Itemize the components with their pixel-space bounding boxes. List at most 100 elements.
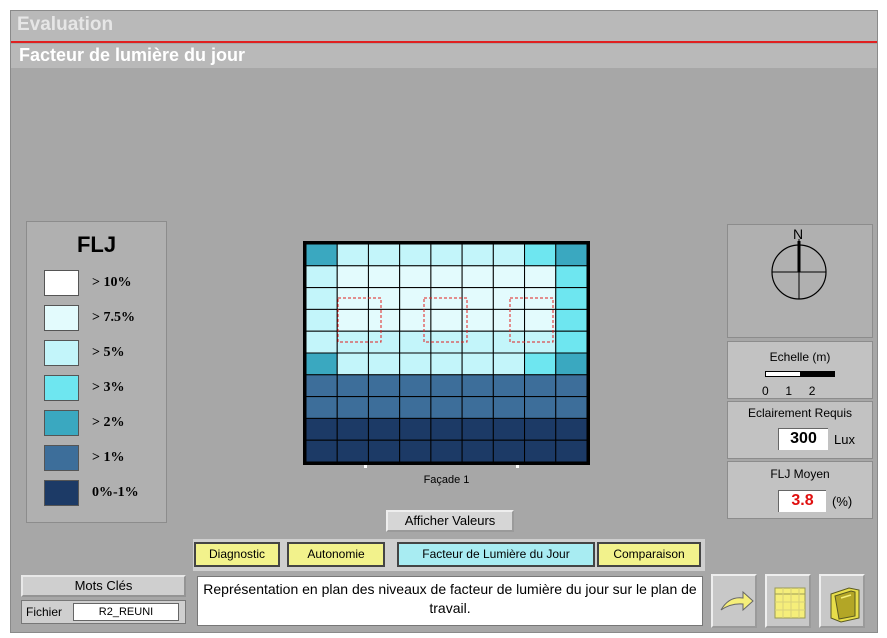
plan-cell [492, 244, 526, 267]
plan-cell [492, 417, 526, 441]
plan-cell [306, 308, 338, 332]
plan-cell [367, 374, 401, 398]
facade-tick-right [516, 465, 519, 468]
plan-cell [399, 265, 432, 289]
flj-moyen-unit: (%) [832, 494, 853, 509]
plan-cell [367, 396, 401, 419]
plan-cell [555, 287, 587, 310]
calendar-icon [774, 587, 806, 619]
legend-item: > 5% [44, 340, 164, 368]
plan-cell [461, 374, 494, 398]
plan-cell [306, 417, 338, 441]
flj-moyen-value: 3.8 [778, 490, 826, 512]
plan-cell [461, 396, 494, 419]
daylight-plan-grid [303, 241, 590, 465]
plan-cell [306, 374, 338, 398]
plan-cell [555, 244, 587, 267]
calendar-button[interactable] [765, 574, 811, 628]
legend-label: > 7.5% [92, 310, 135, 325]
tab-comparaison[interactable]: Comparaison [597, 542, 701, 567]
legend-item: > 3% [44, 375, 164, 403]
plan-cell [367, 308, 401, 332]
plan-cell [367, 352, 401, 376]
header-divider [11, 41, 877, 43]
flj-moyen-title: FLJ Moyen [770, 467, 830, 481]
page-title: Facteur de lumière du jour [19, 45, 246, 65]
plan-cell [367, 244, 401, 267]
scale-panel: Echelle (m) 0 1 2 [727, 341, 873, 399]
plan-cell [430, 352, 463, 376]
legend-swatch [44, 410, 79, 436]
plan-cell [430, 244, 463, 267]
section-header: Evaluation [11, 11, 877, 43]
tab-facteur-lumiere[interactable]: Facteur de Lumière du Jour [397, 542, 595, 567]
plan-cell [367, 330, 401, 354]
plan-cell [336, 352, 369, 376]
legend-title: FLJ [76, 232, 117, 257]
plan-cell [430, 265, 463, 289]
tab-diagnostic[interactable]: Diagnostic [194, 542, 280, 567]
plan-cell [555, 308, 587, 332]
plan-cell [555, 396, 587, 419]
return-button[interactable] [711, 574, 757, 628]
scale-bar [765, 371, 835, 377]
plan-cell [492, 287, 526, 310]
legend-item: > 7.5% [44, 305, 164, 333]
tab-autonomie[interactable]: Autonomie [287, 542, 385, 567]
plan-cell [555, 265, 587, 289]
legend-label: > 5% [92, 345, 125, 360]
plan-cell [399, 439, 432, 462]
book-button[interactable] [819, 574, 865, 628]
plan-cell [430, 439, 463, 462]
plan-cell [524, 417, 557, 441]
plan-cell [430, 417, 463, 441]
description-text: Représentation en plan des niveaux de fa… [197, 576, 703, 626]
plan-cell [306, 287, 338, 310]
scale-title: Echelle (m) [769, 350, 831, 364]
book-icon [830, 587, 860, 623]
plan-cell [306, 244, 338, 267]
plan-cell [399, 396, 432, 419]
compass-icon [771, 239, 827, 300]
plan-cell [492, 308, 526, 332]
flj-moyen-panel: FLJ Moyen 3.8 (%) [727, 461, 873, 519]
plan-cell [336, 439, 369, 462]
plan-cell [555, 352, 587, 376]
legend-label: 0%-1% [92, 485, 139, 500]
facade-tick-left [364, 465, 367, 468]
legend-item: 0%-1% [44, 480, 164, 508]
plan-cell [306, 352, 338, 376]
legend-swatch [44, 445, 79, 471]
plan-cell [336, 308, 369, 332]
flj-legend: FLJ > 10% > 7.5% > 5% > 3% > 2% > 1% 0%-1% [26, 221, 167, 523]
page-header: Facteur de lumière du jour [11, 44, 877, 68]
plan-cell [367, 417, 401, 441]
facade-label: Façade 1 [423, 474, 470, 486]
plan-cell [524, 244, 557, 267]
plan-cell [399, 352, 432, 376]
plan-cell [367, 265, 401, 289]
plan-cell [555, 330, 587, 354]
plan-cell [399, 308, 432, 332]
legend-label: > 1% [92, 450, 125, 465]
fichier-value[interactable]: R2_REUNI [73, 603, 179, 621]
eclairement-value[interactable]: 300 [778, 428, 828, 450]
plan-cell [399, 244, 432, 267]
afficher-valeurs-button[interactable]: Afficher Valeurs [386, 510, 514, 532]
legend-item: > 10% [44, 270, 164, 298]
legend-swatch [44, 305, 79, 331]
plan-cell [492, 396, 526, 419]
plan-cell [367, 439, 401, 462]
plan-cell [492, 352, 526, 376]
plan-cell [461, 352, 494, 376]
legend-item: > 1% [44, 445, 164, 473]
plan-cell [461, 439, 494, 462]
plan-cell [524, 308, 557, 332]
plan-cell [524, 374, 557, 398]
mots-cles-button[interactable]: Mots Clés [21, 575, 186, 597]
eclairement-unit: Lux [834, 432, 855, 447]
plan-cell [430, 308, 463, 332]
plan-cell [492, 374, 526, 398]
app-window: Evaluation Facteur de lumière du jour FL… [10, 10, 878, 633]
legend-swatch [44, 340, 79, 366]
